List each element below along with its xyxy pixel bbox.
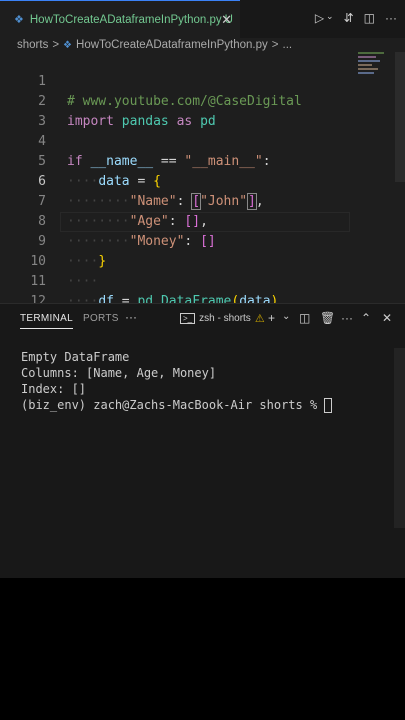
code-line: 10 ···· [0,232,370,289]
more-actions-icon[interactable]: ··· [385,11,397,25]
terminal-icon: >_ [180,313,196,324]
terminal-prompt: (biz_env) zach@Zachs-MacBook-Air shorts … [21,398,325,412]
run-icon[interactable]: ▷ [315,11,324,25]
bottom-panel: TERMINAL PORTS ··· >_ zsh - shorts ⚠ + ⌄… [0,303,405,578]
breadcrumb: shorts > ❖ HowToCreateADataframeInPython… [0,38,405,52]
code-line: 8 ········"Money": [] [0,192,370,249]
code-line: 12 ····print(df) [0,272,370,329]
trash-icon[interactable]: 🗑 [320,311,335,325]
split-editor-icon[interactable]: ◫ [364,11,375,25]
breadcrumb-file[interactable]: HowToCreateADataframeInPython.py [76,39,268,51]
editor-scrollbar[interactable] [395,52,405,182]
maximize-panel-icon[interactable]: ⌃ [361,311,371,325]
terminal-output[interactable]: Empty DataFrame Columns: [Name, Age, Mone… [21,349,333,413]
panel-more-icon[interactable]: ··· [125,310,137,324]
tab-close-icon[interactable]: ✕ [221,12,232,28]
code-line: 2 import pandas as pd [0,72,370,129]
chevron-down-icon[interactable]: ⌄ [282,311,290,322]
panel-tab-bar: TERMINAL PORTS ··· >_ zsh - shorts ⚠ + ⌄… [0,304,405,334]
python-file-icon: ❖ [63,39,73,51]
terminal-cursor [324,398,333,413]
code-line: 9 ····} [0,212,370,269]
breadcrumb-folder[interactable]: shorts [17,39,48,51]
code-line-active: 6 ········"Name": ["John"], [0,152,370,210]
vscode-window: ❖ HowToCreateADataframeInPython.py U ✕ ▷… [0,0,405,578]
split-terminal-icon[interactable]: ◫ [299,311,310,325]
editor-tab[interactable]: ❖ HowToCreateADataframeInPython.py U ✕ [0,0,240,38]
breadcrumb-separator: > [52,39,60,51]
close-panel-icon[interactable]: ✕ [382,311,392,325]
code-line: 7 ········"Age": [], [0,172,370,229]
minimap[interactable] [358,52,388,82]
tab-filename: HowToCreateADataframeInPython.py [29,13,222,26]
terminal-line: Index: [] [21,382,87,396]
tab-ports[interactable]: PORTS [83,313,119,324]
breadcrumb-more[interactable]: ... [283,39,293,51]
code-line: 3 [0,92,370,129]
code-line: 1 # www.youtube.com/@CaseDigital [0,52,370,109]
code-line: 11 ····df = pd.DataFrame(data) [0,252,370,309]
editor-actions: ▷ ⌄ ⇵ ◫ ··· [315,11,397,25]
python-file-icon: ❖ [14,14,24,26]
terminal-line: Columns: [Name, Age, Money] [21,366,217,380]
terminal-label: zsh - shorts [199,313,251,324]
code-line: 5 ····data = { [0,132,370,189]
terminal-scrollbar[interactable] [394,348,405,528]
new-terminal-button[interactable]: + [268,311,275,325]
terminal-prompt-line: (biz_env) zach@Zachs-MacBook-Air shorts … [21,397,333,413]
more-actions-icon[interactable]: ··· [341,311,353,325]
run-dropdown-icon[interactable]: ⌄ [326,11,334,25]
tab-bar: ❖ HowToCreateADataframeInPython.py U ✕ ▷… [0,0,405,38]
terminal-line: Empty DataFrame [21,350,130,364]
compare-changes-icon[interactable]: ⇵ [344,11,354,25]
terminal-selector[interactable]: >_ zsh - shorts ⚠ [180,312,265,325]
breadcrumb-separator: > [271,39,279,51]
warning-icon: ⚠ [254,313,265,325]
code-editor[interactable]: 1 # www.youtube.com/@CaseDigital 2 impor… [0,52,405,329]
code-line: 4 if __name__ == "__main__": [0,112,370,169]
tab-terminal[interactable]: TERMINAL [20,313,73,329]
